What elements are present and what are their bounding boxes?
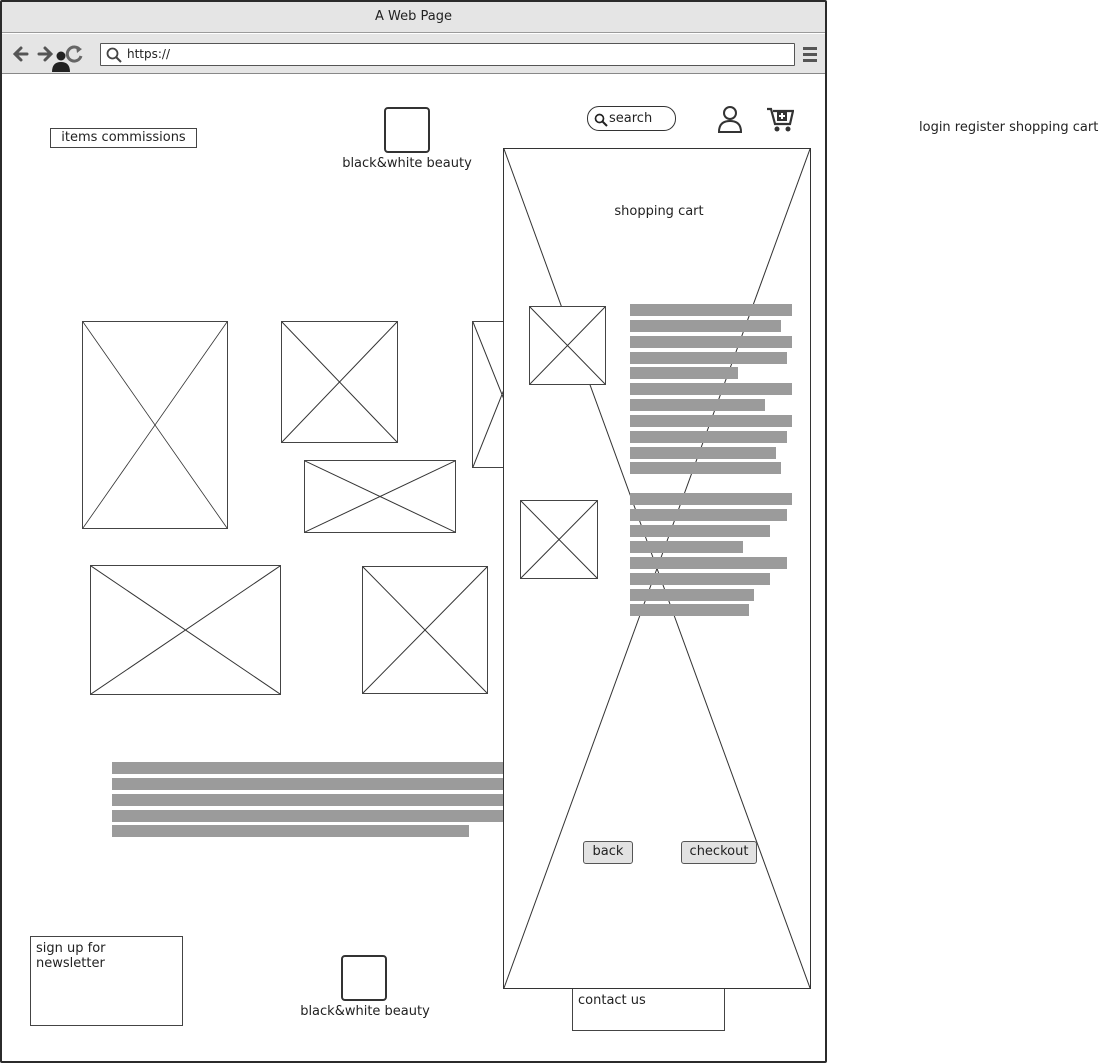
text-line xyxy=(112,825,469,837)
browser-window: A Web Page https:// items commissions bl… xyxy=(0,0,827,1063)
cart-item-text-line xyxy=(630,415,792,427)
text-line xyxy=(112,762,522,774)
url-input[interactable]: https:// xyxy=(100,43,795,66)
cart-item-text-line xyxy=(630,304,792,316)
url-text: https:// xyxy=(127,47,171,61)
footer-logo-text: black&white beauty xyxy=(300,1004,430,1019)
gallery-image xyxy=(82,321,228,529)
hamburger-menu-icon[interactable] xyxy=(802,45,818,63)
annotation-note: login register shopping cart xyxy=(919,120,1099,135)
user-icon[interactable] xyxy=(717,105,743,133)
nav-items-commissions[interactable]: items commissions xyxy=(50,128,197,148)
contact-label: contact us xyxy=(578,993,646,1008)
contact-box[interactable]: contact us xyxy=(572,986,725,1031)
text-line xyxy=(112,778,522,790)
logo-text: black&white beauty xyxy=(342,156,472,171)
search-icon xyxy=(106,47,122,63)
gallery-image xyxy=(90,565,281,695)
search-icon xyxy=(594,112,608,127)
footer-logo-icon[interactable] xyxy=(341,955,387,1001)
back-button[interactable]: back xyxy=(583,841,633,864)
search-placeholder: search xyxy=(609,111,653,126)
cart-item-text-line xyxy=(630,462,781,474)
cart-item-text-line xyxy=(630,525,770,537)
gallery-image xyxy=(362,566,488,694)
cart-item-text-line xyxy=(630,320,781,332)
checkout-button[interactable]: checkout xyxy=(681,841,757,864)
cart-item-image xyxy=(520,500,598,579)
cart-item-text-line xyxy=(630,383,792,395)
search-input[interactable]: search xyxy=(587,106,676,131)
cart-item-text-line xyxy=(630,573,770,585)
logo-icon[interactable] xyxy=(384,107,430,153)
cart-item-text-line xyxy=(630,604,749,616)
cart-item-text-line xyxy=(630,352,787,364)
cart-item-text-line xyxy=(630,541,743,553)
newsletter-box[interactable]: sign up for newsletter xyxy=(30,936,183,1026)
cart-item-text-line xyxy=(630,336,792,348)
cart-item-text-line xyxy=(630,367,738,379)
browser-toolbar: https:// xyxy=(2,34,825,74)
cart-item-text-line xyxy=(630,493,792,505)
cart-item-text-line xyxy=(630,509,787,521)
newsletter-label: sign up for newsletter xyxy=(36,941,106,971)
arrow-left-icon[interactable] xyxy=(11,44,31,64)
text-line xyxy=(112,810,522,822)
cart-title: shopping cart xyxy=(614,204,704,219)
window-title: A Web Page xyxy=(2,2,825,33)
cart-item-text-line xyxy=(630,557,787,569)
cart-item-text-line xyxy=(630,399,765,411)
gallery-image xyxy=(281,321,398,443)
text-line xyxy=(112,794,522,806)
reload-icon[interactable] xyxy=(65,44,85,64)
cart-item-text-line xyxy=(630,447,776,459)
gallery-image xyxy=(304,460,456,533)
shopping-cart-panel: shopping cart back checkout xyxy=(503,148,811,989)
cart-item-text-line xyxy=(630,431,787,443)
cart-item-text-line xyxy=(630,589,754,601)
cart-add-icon[interactable] xyxy=(766,105,795,133)
cart-item-image xyxy=(529,306,606,385)
